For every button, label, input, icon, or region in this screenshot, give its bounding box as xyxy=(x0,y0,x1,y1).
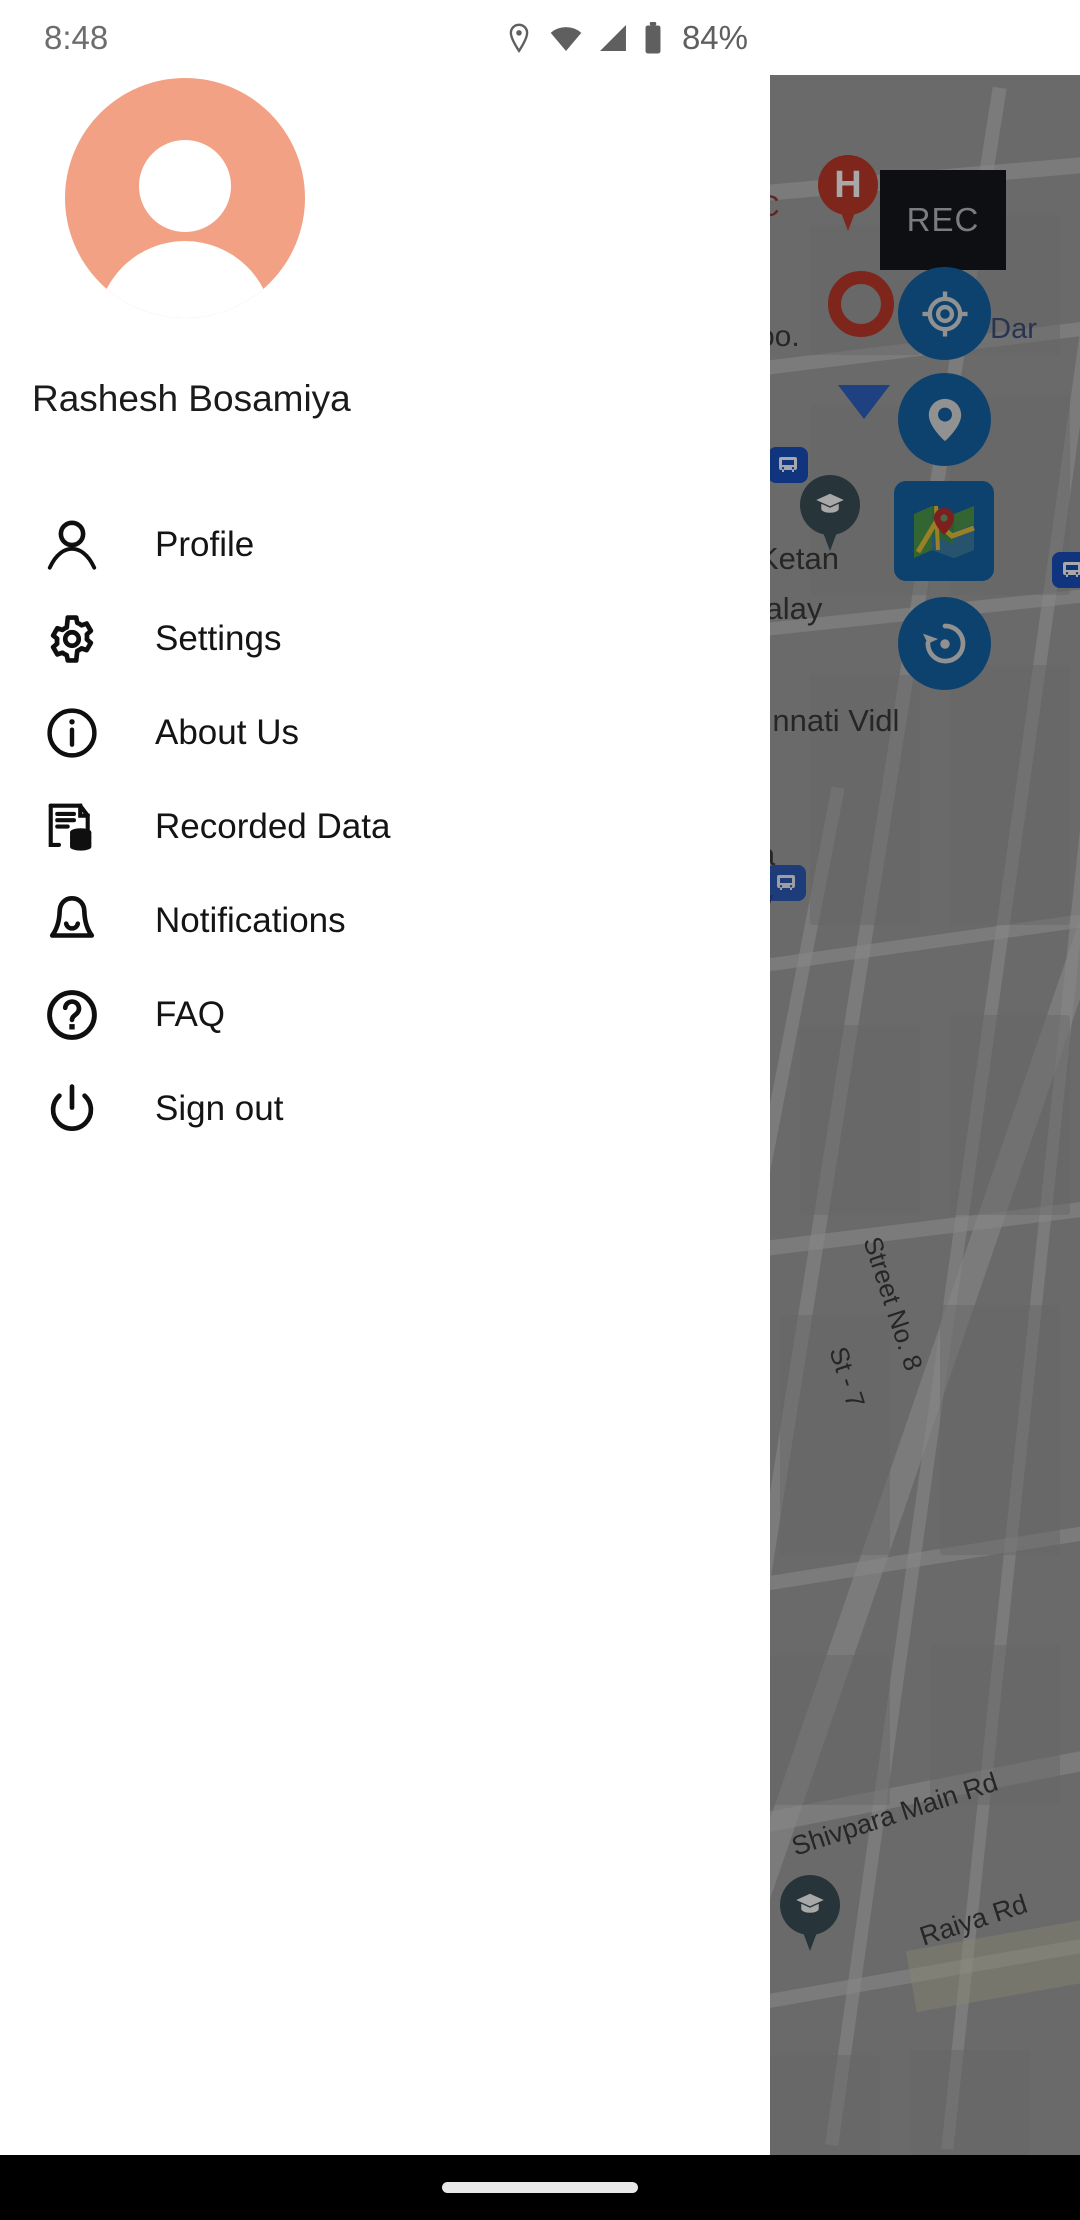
navigation-drawer: 8:48 84% Rashesh Bosamiya Profile Settin… xyxy=(0,0,770,2155)
rec-badge-label: REC xyxy=(906,201,980,238)
transit-chip-mid[interactable] xyxy=(770,865,806,901)
menu-item-label: Recorded Data xyxy=(155,807,391,846)
avatar-circle xyxy=(65,78,305,318)
wifi-icon xyxy=(550,26,582,51)
rec-badge: REC xyxy=(880,170,1006,270)
bell-icon xyxy=(42,891,102,951)
user-name: Rashesh Bosamiya xyxy=(32,378,351,419)
bus-icon xyxy=(779,457,797,472)
phone-screen: C oo. Delhi Dar Ketan yalay Unnati Vidl … xyxy=(0,0,1080,2220)
menu-item-recorded-data[interactable]: Recorded Data xyxy=(0,780,770,874)
menu-item-notifications[interactable]: Notifications xyxy=(0,874,770,968)
menu-item-profile[interactable]: Profile xyxy=(0,498,770,592)
info-circle-icon xyxy=(42,703,102,763)
map-label: oo. xyxy=(770,320,800,353)
system-navigation-bar xyxy=(0,2155,1080,2220)
transit-chip-left[interactable] xyxy=(770,447,808,483)
home-gesture-pill[interactable] xyxy=(442,2182,638,2193)
menu-item-label: About Us xyxy=(155,713,299,752)
document-database-icon xyxy=(42,797,102,857)
location-pin-icon xyxy=(509,23,529,53)
status-bar: 8:48 84% xyxy=(0,0,770,75)
menu-item-label: Notifications xyxy=(155,901,346,940)
my-location-button[interactable] xyxy=(898,267,991,360)
menu-item-label: Settings xyxy=(155,619,282,658)
battery-icon xyxy=(645,21,661,53)
map-label: Unnati Vidl xyxy=(770,703,900,738)
bus-icon xyxy=(777,875,795,890)
menu-item-label: FAQ xyxy=(155,995,226,1034)
avatar-head-shape xyxy=(139,140,231,233)
gear-icon xyxy=(42,609,102,669)
status-bar-clock: 8:48 xyxy=(44,18,109,56)
map-panel[interactable]: C oo. Delhi Dar Ketan yalay Unnati Vidl … xyxy=(770,75,1080,2155)
heading-triangle-marker[interactable] xyxy=(838,385,890,419)
signal-icon xyxy=(599,24,626,51)
power-icon xyxy=(42,1079,102,1139)
question-circle-icon xyxy=(42,985,102,1045)
status-bar-icons: 84% xyxy=(504,19,748,57)
avatar[interactable] xyxy=(65,78,305,318)
person-icon xyxy=(42,515,102,575)
restore-history-icon xyxy=(922,623,965,663)
record-ring-marker[interactable] xyxy=(828,271,894,337)
graduation-cap-icon xyxy=(796,1893,824,1913)
transit-chip-right[interactable] xyxy=(1052,552,1080,588)
map-label: yalay xyxy=(770,591,823,626)
school-pin-upper-tail xyxy=(818,519,842,551)
graduation-cap-icon xyxy=(816,493,844,513)
avatar-body-shape xyxy=(97,241,273,318)
hospital-pin-letter: H xyxy=(834,163,862,206)
menu-item-settings[interactable]: Settings xyxy=(0,592,770,686)
place-marker-button[interactable] xyxy=(898,373,991,466)
menu-item-faq[interactable]: FAQ xyxy=(0,968,770,1062)
map-layers-button[interactable] xyxy=(894,481,994,581)
menu-item-sign-out[interactable]: Sign out xyxy=(0,1062,770,1156)
school-pin-lower-tail xyxy=(798,1919,822,1951)
school-pin-lower[interactable] xyxy=(780,1875,840,1953)
gps-crosshair-icon xyxy=(921,290,968,337)
location-pin-icon xyxy=(928,398,961,441)
bus-icon xyxy=(1063,562,1080,577)
drawer-menu: Profile Settings About Us Recorded Data … xyxy=(0,498,770,1156)
map-label: C xyxy=(770,190,780,224)
menu-item-label: Profile xyxy=(155,525,255,564)
folded-map-icon xyxy=(914,505,975,558)
menu-item-label: Sign out xyxy=(155,1089,284,1128)
history-button[interactable] xyxy=(898,597,991,690)
hospital-pin[interactable]: H xyxy=(818,155,878,233)
school-pin-upper[interactable] xyxy=(800,475,860,553)
menu-item-about-us[interactable]: About Us xyxy=(0,686,770,780)
battery-percent-label: 84% xyxy=(681,18,748,56)
